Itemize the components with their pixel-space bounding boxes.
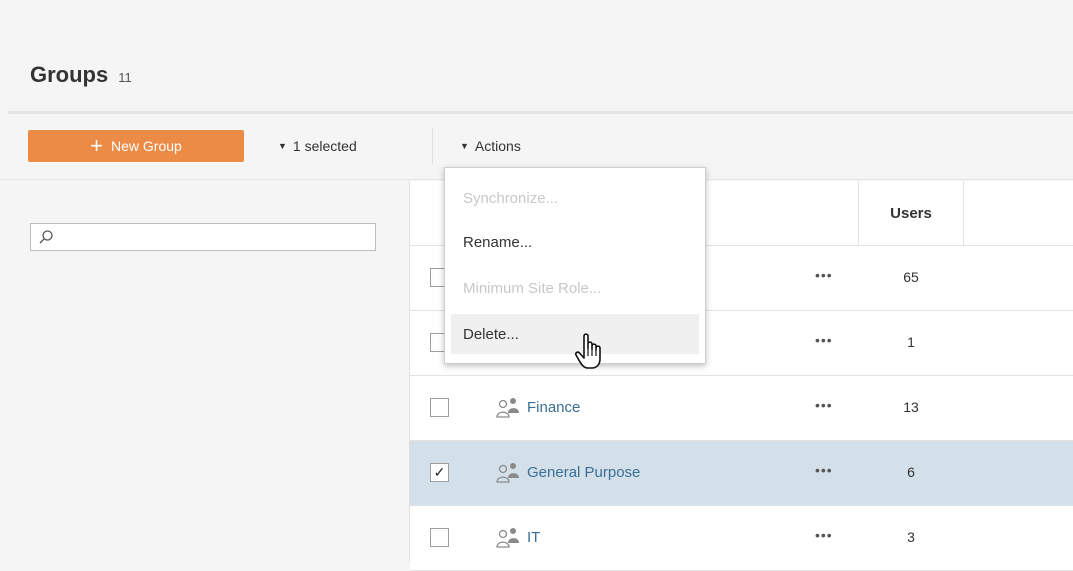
plus-icon: + [90,133,104,158]
group-icon [496,463,519,483]
row-checkbox-checked[interactable]: ✓ [430,463,449,482]
new-group-label: New Group [111,138,182,154]
selection-label: 1 selected [292,138,357,154]
group-icon [496,398,519,418]
page-header: Groups 11 [0,0,1073,114]
more-actions-button[interactable]: ••• [815,527,833,543]
menu-item-rename[interactable]: Rename... [451,222,699,262]
page-title: Groups 11 [30,62,132,88]
group-name-link[interactable]: Finance [527,399,580,416]
users-count: 13 [903,399,919,415]
sidebar [0,181,409,562]
actions-dropdown[interactable]: ▼ Actions [460,138,521,154]
group-name-link[interactable]: IT [527,529,540,546]
caret-down-icon: ▼ [278,141,287,151]
group-count: 11 [118,70,132,85]
hand-cursor-icon [574,333,601,369]
page-title-text: Groups [30,62,109,87]
more-actions-button[interactable]: ••• [815,332,833,348]
menu-item-synchronize: Synchronize... [463,189,559,207]
more-actions-button[interactable]: ••• [815,397,833,413]
group-name-link[interactable]: General Purpose [527,464,640,481]
users-count: 1 [907,334,915,350]
new-group-button[interactable]: + New Group [28,130,244,162]
selection-dropdown[interactable]: ▼ 1 selected [278,138,357,154]
column-header-users[interactable]: Users [858,181,964,246]
toolbar-divider [432,128,433,164]
table-row-selected[interactable]: ✓ General Purpose ••• 6 [410,441,1073,506]
search-input[interactable] [30,223,376,251]
more-actions-button[interactable]: ••• [815,267,833,283]
users-count: 3 [907,529,915,545]
users-count: 65 [903,269,919,285]
row-checkbox[interactable] [430,528,449,547]
users-count: 6 [907,464,915,480]
table-row[interactable]: IT ••• 3 [410,506,1073,571]
row-checkbox[interactable] [430,398,449,417]
actions-label: Actions [474,138,521,154]
menu-item-minimum-site-role: Minimum Site Role... [463,279,602,297]
group-icon [496,528,519,548]
search-icon [39,230,53,244]
more-actions-button[interactable]: ••• [815,462,833,478]
caret-down-icon: ▼ [460,141,469,151]
table-row[interactable]: Finance ••• 13 [410,376,1073,441]
